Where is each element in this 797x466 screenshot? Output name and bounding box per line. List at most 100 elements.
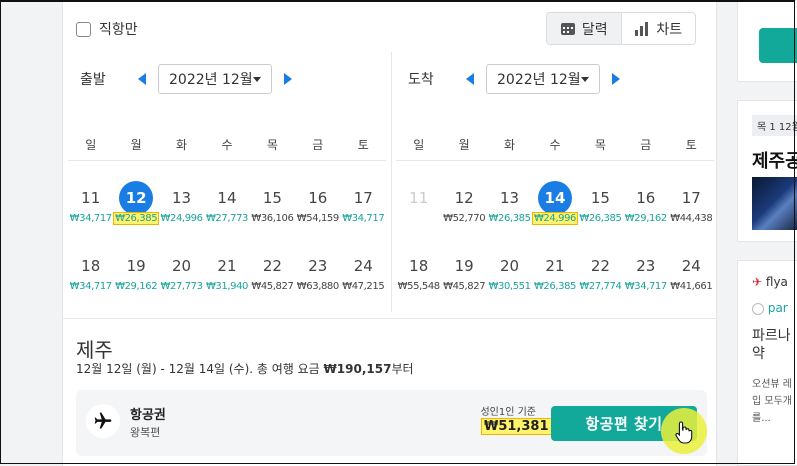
direct-only-filter[interactable]: 직항만 [76,19,138,39]
day-price: ₩45,827 [443,281,486,292]
calendar-day[interactable]: 15 ₩26,385 [578,181,623,224]
view-toggle: 달력 차트 [546,12,696,45]
day-number: 12 [454,189,474,207]
calendar-view-label: 달력 [581,21,608,38]
calendar-day[interactable]: 14 ₩24,996 [531,181,579,225]
bar-chart-icon [635,21,649,36]
calendar-day[interactable]: 13 ₩24,996 [159,181,204,224]
day-number: 16 [636,189,656,207]
chevron-down-icon [253,76,261,82]
day-number: 11 [409,189,429,207]
day-number: 22 [262,257,282,275]
partner-logo-icon [752,302,764,315]
departure-month-value: 2022년 12월 [169,72,253,88]
weekday-label: 일 [85,138,97,152]
arrival-month-select[interactable]: 2022년 12월 [486,64,600,94]
calendar-day[interactable]: 17 ₩44,438 [669,181,714,224]
chart-view-button[interactable]: 차트 [622,13,696,44]
day-price: ₩27,773 [205,213,249,224]
calendar-day[interactable]: 16 ₩54,159 [295,181,340,224]
weekday-label: 화 [504,138,516,152]
weekday-label: 금 [640,138,652,152]
arrival-next-month-icon[interactable] [612,73,620,85]
day-number: 23 [308,257,328,275]
day-price: ₩27,773 [160,281,203,292]
departure-next-month-icon[interactable] [284,73,292,85]
day-price: ₩24,996 [160,213,203,224]
ad-partner-name: par [767,301,788,315]
day-price: ₩34,717 [69,213,112,224]
calendar-day[interactable]: 21 ₩26,385 [532,249,577,292]
day-price: ₩55,548 [397,281,440,292]
trip-dates: 12월 12일 (월) - 12월 14일 (수). 총 여행 요금 [76,362,324,376]
calendar-day[interactable]: 23 ₩34,717 [623,249,668,292]
calendar-day[interactable]: 19 ₩29,162 [113,249,158,292]
sidebar-card-ad[interactable]: ✈ flya par 파르나 약 오션뷰 레 입 모두개 를... [737,260,797,466]
day-price: ₩45,827 [251,281,294,292]
day-number: 14 [217,189,237,207]
weekday-header: 일월화수목금토 [68,136,386,161]
sidebar-action-button[interactable] [759,28,797,63]
calendar-day[interactable]: 22 ₩45,827 [250,249,295,292]
day-number: 24 [681,257,701,275]
calendar-day[interactable]: 20 ₩30,551 [487,249,532,292]
calendar-view-button[interactable]: 달력 [547,13,622,44]
ad-desc-1: 오션뷰 레 [752,379,792,390]
weekday-label: 수 [221,138,233,152]
day-price: ₩30,551 [488,281,531,292]
calendar-day[interactable]: 24 ₩41,661 [669,249,714,292]
ad-partner: par [752,301,788,315]
day-number: 15 [590,189,610,207]
departure-month-select[interactable]: 2022년 12월 [158,64,272,94]
calendar-day[interactable]: 24 ₩47,215 [341,249,386,292]
arrival-prev-month-icon[interactable] [466,73,474,85]
direct-only-checkbox[interactable] [76,21,91,37]
departure-prev-month-icon[interactable] [138,73,146,85]
day-price: ₩24,996 [531,212,579,225]
calendar-day[interactable]: 19 ₩45,827 [441,249,486,292]
calendar-day[interactable]: 22 ₩27,774 [578,249,623,292]
ad-brand-name: flya [765,275,788,289]
sidebar-card-deal[interactable]: 목 1 12월 제주공 [737,100,797,242]
trip-summary: 12월 12일 (월) - 12월 14일 (수). 총 여행 요금 ₩190,… [76,360,414,377]
weekday-label: 일 [413,138,425,152]
calendar-day[interactable]: 11 ₩34,717 [68,181,113,224]
calendar-day[interactable]: 18 ₩34,717 [68,249,113,292]
airplane-icon [94,412,112,429]
day-number: 24 [353,257,373,275]
calendar-day[interactable]: 17 ₩34,717 [341,181,386,224]
day-number: 20 [500,257,520,275]
day-price: ₩34,717 [342,213,385,224]
calendar-day[interactable]: 21 ₩31,940 [204,249,249,292]
calendar-day[interactable]: 12 ₩26,385 [113,181,160,225]
result-price: ₩51,381 [481,418,552,435]
weekday-label: 월 [458,138,470,152]
calendar-day[interactable]: 13 ₩26,385 [487,181,532,224]
sidebar: 목 1 12월 제주공 ✈ flya par 파르나 약 오션뷰 레 입 모두개… [737,0,797,466]
day-number: 18 [409,257,429,275]
calendar-day[interactable]: 12 ₩52,770 [441,181,486,224]
day-number: 17 [353,189,373,207]
day-price: ₩26,385 [488,213,531,224]
weekday-label: 목 [594,138,606,152]
hand-cursor-icon [675,421,693,444]
day-price: ₩26,385 [113,212,160,225]
chart-view-label: 차트 [656,21,683,38]
weekday-label: 수 [549,138,561,152]
calendar-day[interactable]: 23 ₩63,880 [295,249,340,292]
calendar-day[interactable]: 16 ₩29,162 [623,181,668,224]
calendar-day[interactable]: 20 ₩27,773 [159,249,204,292]
day-number: 22 [590,257,610,275]
deal-image [752,177,797,230]
ad-desc-2: 입 모두개 [752,396,792,407]
calendar-day[interactable]: 15 ₩36,106 [250,181,295,224]
day-price: ₩52,770 [443,213,486,224]
selected-day-number: 12 [119,181,154,215]
day-price: ₩63,880 [296,281,339,292]
calendar-day[interactable]: 18 ₩55,548 [396,249,441,292]
calendar-day[interactable]: 14 ₩27,773 [204,181,249,224]
chevron-down-icon [581,76,589,82]
flight-result-card: 항공권 왕복편 성인1인 기준 ₩51,381 항공편 찾기 [76,390,707,456]
deal-tag: 목 1 12월 [752,115,797,136]
departure-label: 출발 [80,72,106,88]
